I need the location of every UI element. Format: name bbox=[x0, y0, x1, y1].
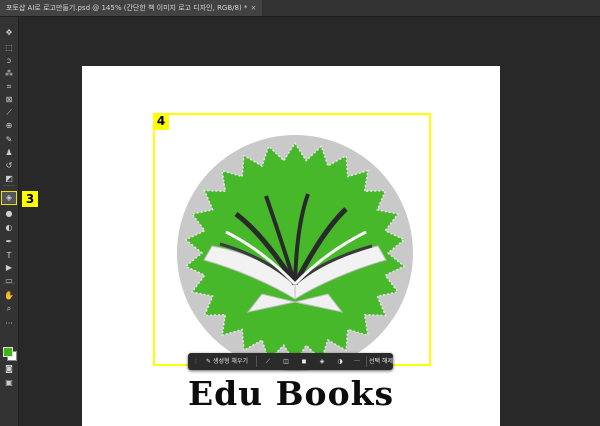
tool-callout-number: 3 bbox=[22, 191, 38, 207]
modify-selection-icon[interactable]: ⟋ bbox=[260, 353, 276, 370]
adjustment-layer-icon[interactable]: ◑ bbox=[332, 353, 348, 370]
brush-tool-icon[interactable]: ✎ bbox=[2, 134, 16, 146]
select-subject-icon[interactable]: ◫ bbox=[278, 353, 294, 370]
history-brush-tool-icon[interactable]: ↺ bbox=[2, 160, 16, 172]
context-separator bbox=[256, 356, 257, 367]
selection-callout-number: 4 bbox=[153, 113, 169, 130]
dodge-tool-icon[interactable]: ◐ bbox=[2, 222, 16, 234]
eraser-tool-icon[interactable]: ◩ bbox=[2, 173, 16, 185]
deselect-button[interactable]: 선택 해제 bbox=[369, 353, 393, 370]
rectangle-tool-icon[interactable]: ▭ bbox=[2, 275, 16, 287]
blur-tool-icon[interactable]: ● bbox=[2, 208, 16, 220]
document-tab[interactable]: 포토샵 AI로 로고만들기.psd @ 145% (간단한 책 이미지 로고 디… bbox=[0, 0, 263, 16]
tools-panel: ✥ ⬚ ↄ ⁂ ⌗ ⊠ ⟋ ⊕ ✎ ♟ ↺ ◩ ◈ ● ◐ ✒ T ▶ ▭ ✋ ⌕ ··· ◙ ▣ bbox=[0, 17, 19, 426]
eyedropper-tool-icon[interactable]: ⟋ bbox=[2, 107, 16, 119]
contextual-task-bar: ⋮ ✎ 생성형 채우기 ⟋ ◫ ◼ ◈ ◑ ··· 선택 해제 bbox=[188, 353, 393, 370]
drag-handle-icon[interactable]: ⋮ bbox=[192, 353, 200, 370]
tool-separator bbox=[3, 185, 15, 186]
generative-fill-icon: ✎ bbox=[206, 358, 212, 365]
zoom-tool-icon[interactable]: ⌕ bbox=[2, 303, 16, 315]
path-selection-tool-icon[interactable]: ▶ bbox=[2, 262, 16, 274]
magic-wand-tool-icon[interactable]: ⁂ bbox=[2, 68, 16, 80]
document-tab-bar: 포토샵 AI로 로고만들기.psd @ 145% (간단한 책 이미지 로고 디… bbox=[0, 0, 600, 17]
healing-brush-tool-icon[interactable]: ⊕ bbox=[2, 120, 16, 132]
type-tool-icon[interactable]: T bbox=[2, 250, 16, 262]
tool-separator bbox=[3, 203, 15, 204]
fill-selection-icon[interactable]: ◈ bbox=[314, 353, 330, 370]
frame-tool-icon[interactable]: ⊠ bbox=[2, 94, 16, 106]
tool-separator bbox=[3, 283, 15, 284]
create-mask-icon[interactable]: ◼ bbox=[296, 353, 312, 370]
move-tool-icon[interactable]: ✥ bbox=[2, 27, 16, 39]
close-tab-icon[interactable]: × bbox=[250, 4, 256, 12]
foreground-color-swatch[interactable] bbox=[3, 347, 13, 357]
more-options-icon[interactable]: ··· bbox=[350, 353, 364, 370]
hand-tool-icon[interactable]: ✋ bbox=[2, 290, 16, 302]
context-separator bbox=[366, 356, 367, 367]
crop-tool-icon[interactable]: ⌗ bbox=[2, 81, 16, 93]
brand-wordmark: Edu Books bbox=[187, 374, 395, 413]
screen-mode-icon[interactable]: ▣ bbox=[2, 377, 16, 389]
generative-fill-button[interactable]: ✎ 생성형 채우기 bbox=[200, 353, 254, 370]
selection-marquee[interactable] bbox=[153, 113, 431, 366]
pen-tool-icon[interactable]: ✒ bbox=[2, 236, 16, 248]
document-canvas[interactable]: 4 ⋮ ✎ 생성형 채우기 ⟋ ◫ ◼ ◈ ◑ ··· 선택 해제 Edu Bo… bbox=[82, 66, 500, 426]
marquee-tool-icon[interactable]: ⬚ bbox=[2, 42, 16, 54]
more-tools-icon[interactable]: ··· bbox=[2, 318, 16, 330]
document-tab-title: 포토샵 AI로 로고만들기.psd @ 145% (간단한 책 이미지 로고 디… bbox=[6, 4, 248, 12]
quick-mask-icon[interactable]: ◙ bbox=[2, 363, 16, 375]
clone-stamp-tool-icon[interactable]: ♟ bbox=[2, 147, 16, 159]
lasso-tool-icon[interactable]: ↄ bbox=[2, 55, 16, 67]
